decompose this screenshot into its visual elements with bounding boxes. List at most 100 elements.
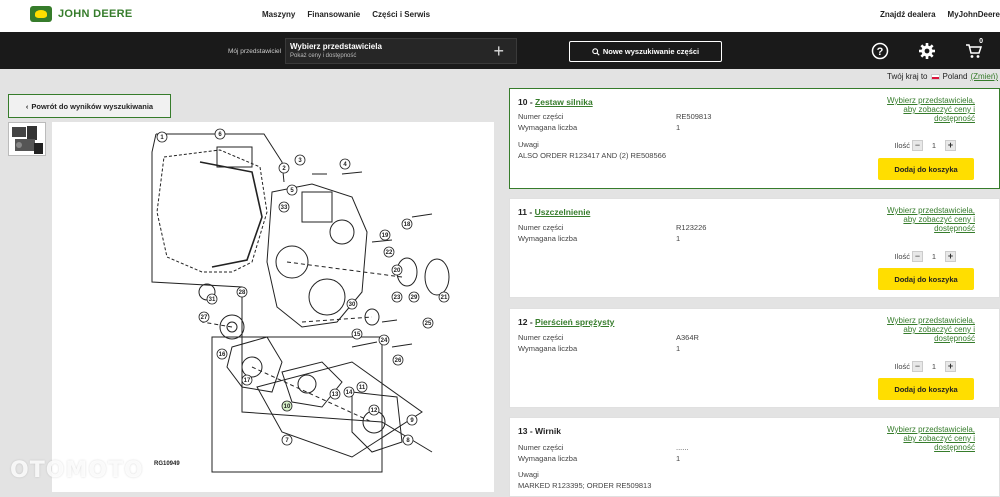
qty-label: Ilość [894, 141, 910, 150]
new-parts-search-button[interactable]: Nowe wyszukiwanie części [569, 41, 722, 62]
nav-item-czesci-serwis[interactable]: Części i Serwis [372, 10, 430, 19]
qty-label: Ilość [894, 252, 910, 261]
callout-20[interactable]: 20 [394, 268, 401, 274]
callout-11[interactable]: 11 [359, 385, 366, 391]
cart-icon[interactable]: 0 [964, 38, 984, 61]
part-card-10[interactable]: 10 - Zestaw silnika Numer części RE50981… [509, 88, 1000, 189]
myjohndeere-link[interactable]: MyJohnDeere [948, 10, 1000, 19]
required-qty: 1 [676, 234, 681, 243]
back-to-results-button[interactable]: ‹ Powrót do wyników wyszukiwania [8, 94, 171, 118]
callout-16[interactable]: 16 [219, 352, 226, 358]
callout-13[interactable]: 13 [332, 392, 339, 398]
part-number: R123226 [676, 223, 707, 232]
select-dealer-link[interactable]: Wybierz przedstawiciela, aby zobaczyć ce… [885, 316, 975, 343]
part-title: 10 - Zestaw silnika [518, 97, 593, 107]
qty-input[interactable]: 1 [925, 362, 943, 371]
select-dealer-link[interactable]: Wybierz przedstawiciela, aby zobaczyć ce… [885, 96, 975, 123]
part-number: A364R [676, 333, 699, 342]
notes-text: ALSO ORDER R123417 AND (2) RE508566 [518, 151, 666, 160]
increment-button[interactable]: + [945, 361, 956, 372]
part-name: Wirnik [535, 426, 561, 436]
diagram-thumbnails [8, 122, 48, 492]
dealer-selector[interactable]: Wybierz przedstawiciela Pokaż ceny i dos… [285, 38, 517, 64]
callout-15[interactable]: 15 [354, 332, 361, 338]
part-card-13[interactable]: 13 - Wirnik Numer części ...... Wymagana… [509, 417, 1000, 497]
change-country-link[interactable]: (Zmień) [970, 72, 998, 81]
notes-label: Uwagi [518, 470, 539, 479]
cart-count: 0 [979, 38, 983, 45]
qty-input[interactable]: 1 [925, 252, 943, 261]
increment-button[interactable]: + [945, 251, 956, 262]
nav-item-finansowanie[interactable]: Finansowanie [307, 10, 360, 19]
part-title: 12 - Pierścień sprężysty [518, 317, 615, 327]
decrement-button[interactable]: − [912, 361, 923, 372]
select-dealer-link[interactable]: Wybierz przedstawiciela, aby zobaczyć ce… [885, 206, 975, 233]
part-card-12[interactable]: 12 - Pierścień sprężysty Numer części A3… [509, 308, 1000, 408]
part-name-link[interactable]: Uszczelnienie [535, 207, 591, 217]
qty-input[interactable]: 1 [925, 141, 943, 150]
callout-26[interactable]: 26 [395, 358, 402, 364]
add-to-cart-button[interactable]: Dodaj do koszyka [878, 158, 974, 180]
part-name-link[interactable]: Zestaw silnika [535, 97, 593, 107]
callout-10[interactable]: 10 [284, 404, 291, 410]
required-qty-label: Wymagana liczba [518, 123, 578, 132]
add-dealer-icon[interactable]: + [493, 40, 504, 62]
callout-25[interactable]: 25 [425, 321, 432, 327]
parts-toolbar: Mój przedstawiciel Wybierz przedstawicie… [0, 32, 1000, 69]
callout-27[interactable]: 27 [201, 315, 208, 321]
top-bar: JOHN DEERE Maszyny Finansowanie Części i… [0, 0, 1000, 32]
increment-button[interactable]: + [945, 140, 956, 151]
required-qty: 1 [676, 454, 681, 463]
select-dealer-link[interactable]: Wybierz przedstawiciela, aby zobaczyć ce… [885, 425, 975, 452]
country-prefix: Twój kraj to [887, 72, 928, 81]
gear-icon[interactable] [917, 41, 937, 61]
callout-29[interactable]: 29 [411, 295, 418, 301]
decrement-button[interactable]: − [912, 140, 923, 151]
required-qty-label: Wymagana liczba [518, 234, 578, 243]
main-nav: Maszyny Finansowanie Części i Serwis [262, 10, 430, 19]
diagram-drawing: 1234567 8910111213 14151617181920212223242… [151, 128, 450, 473]
callout-18[interactable]: 18 [404, 222, 411, 228]
quantity-stepper: Ilość − 1 + [895, 361, 956, 372]
add-to-cart-button[interactable]: Dodaj do koszyka [878, 268, 974, 290]
part-number-label: Numer części [518, 443, 564, 452]
part-title: 13 - Wirnik [518, 426, 561, 436]
callout-21[interactable]: 21 [441, 295, 448, 301]
dealer-title: Wybierz przedstawiciela [290, 42, 382, 51]
callout-22[interactable]: 22 [386, 250, 393, 256]
part-number-label: Numer części [518, 333, 564, 342]
required-qty: 1 [676, 123, 681, 132]
callout-23[interactable]: 23 [394, 295, 401, 301]
required-qty-label: Wymagana liczba [518, 344, 578, 353]
right-nav: Znajdź dealera MyJohnDeere [880, 10, 1000, 19]
callout-30[interactable]: 30 [349, 302, 356, 308]
exploded-parts-diagram[interactable]: 1 2 3 4 5 6 7 8 9 10 11 12 13 14 15 16 17 18 19 20 21 22 23 24 2… [52, 122, 494, 492]
john-deere-logo[interactable]: JOHN DEERE [30, 6, 133, 22]
callout-24[interactable]: 24 [381, 338, 388, 344]
diagram-thumbnail[interactable] [8, 122, 46, 156]
otomoto-watermark: OTOMOTO [10, 458, 144, 483]
callout-14[interactable]: 14 [346, 390, 353, 396]
help-icon[interactable]: ? [870, 41, 890, 61]
part-card-11[interactable]: 11 - Uszczelnienie Numer części R123226 … [509, 198, 1000, 298]
callout-28[interactable]: 28 [239, 290, 246, 296]
callout-19[interactable]: 19 [382, 233, 389, 239]
callout-33[interactable]: 33 [281, 205, 288, 211]
diagram-code: RG10949 [154, 461, 180, 467]
part-number-label: Numer części [518, 112, 564, 121]
quantity-stepper: Ilość − 1 + [895, 140, 956, 151]
add-to-cart-button[interactable]: Dodaj do koszyka [878, 378, 974, 400]
callout-31[interactable]: 31 [209, 297, 216, 303]
chevron-left-icon: ‹ [25, 101, 29, 111]
notes-label: Uwagi [518, 140, 539, 149]
qty-label: Ilość [894, 362, 910, 371]
decrement-button[interactable]: − [912, 251, 923, 262]
quantity-stepper: Ilość − 1 + [895, 251, 956, 262]
nav-item-maszyny[interactable]: Maszyny [262, 10, 295, 19]
find-dealer-link[interactable]: Znajdź dealera [880, 10, 936, 19]
part-name-link[interactable]: Pierścień sprężysty [535, 317, 614, 327]
part-number-label: Numer części [518, 223, 564, 232]
dealer-subtitle: Pokaż ceny i dostępność [290, 53, 357, 59]
callout-12[interactable]: 12 [371, 408, 378, 414]
callout-17[interactable]: 17 [244, 378, 251, 384]
